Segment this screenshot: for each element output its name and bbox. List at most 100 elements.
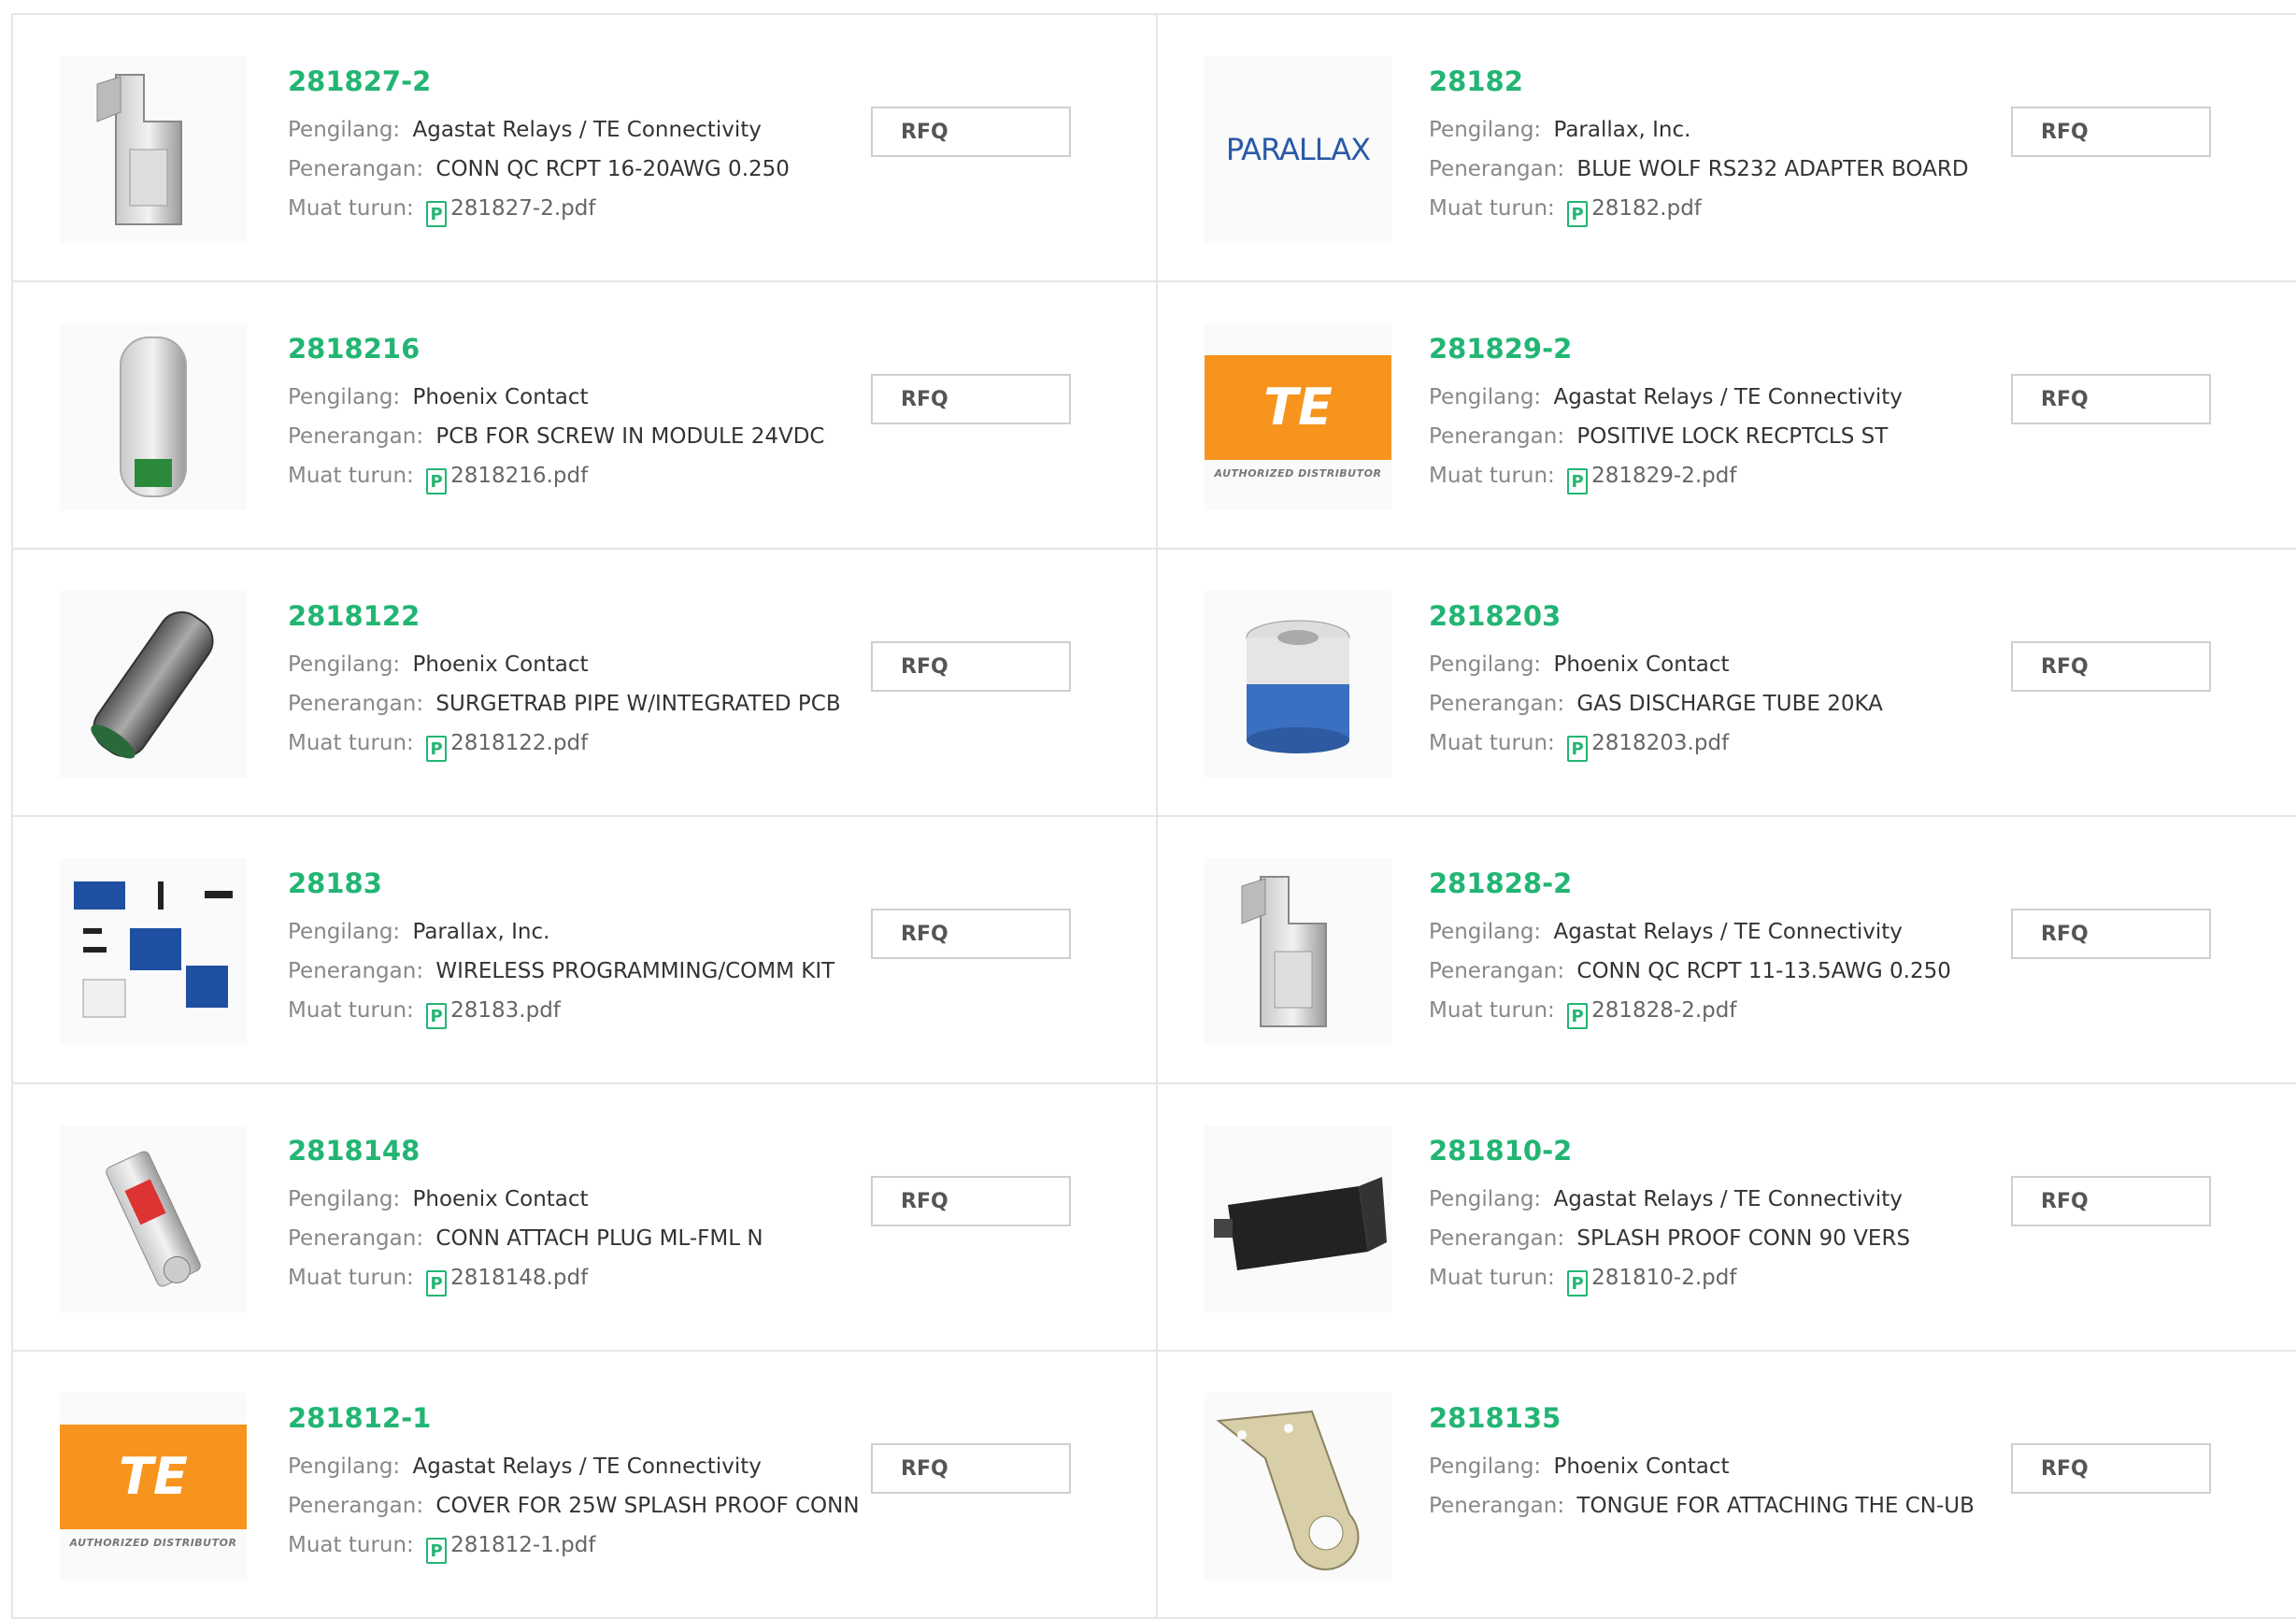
part-number-link[interactable]: 28183 bbox=[288, 867, 834, 899]
datasheet-link[interactable]: 28183.pdf bbox=[450, 998, 561, 1023]
rfq-button[interactable]: RFQ bbox=[2011, 641, 2211, 692]
description-row: Penerangan: CONN QC RCPT 16-20AWG 0.250 bbox=[288, 150, 790, 189]
datasheet-link[interactable]: 2818216.pdf bbox=[450, 464, 588, 488]
rfq-button[interactable]: RFQ bbox=[2011, 909, 2211, 959]
datasheet-link[interactable]: 281828-2.pdf bbox=[1591, 998, 1736, 1023]
download-row: Muat turun: P 2818216.pdf bbox=[288, 456, 824, 495]
datasheet-link[interactable]: 2818148.pdf bbox=[450, 1266, 588, 1290]
product-image[interactable] bbox=[60, 591, 247, 778]
pdf-icon[interactable]: P bbox=[426, 1538, 448, 1564]
part-number-link[interactable]: 281812-1 bbox=[288, 1402, 860, 1434]
pdf-icon[interactable]: P bbox=[1567, 1270, 1589, 1297]
product-info: 2818203 Pengilang: Phoenix Contact Pener… bbox=[1429, 600, 1883, 763]
rfq-button[interactable]: RFQ bbox=[871, 641, 1071, 692]
rfq-button[interactable]: RFQ bbox=[2011, 1443, 2211, 1494]
download-row: Muat turun: P 2818122.pdf bbox=[288, 724, 841, 763]
pdf-icon[interactable]: P bbox=[426, 201, 448, 227]
datasheet-link[interactable]: 2818203.pdf bbox=[1591, 731, 1729, 755]
te-logo-text: TE bbox=[60, 1424, 247, 1529]
datasheet-link[interactable]: 281810-2.pdf bbox=[1591, 1266, 1736, 1290]
description-row: Penerangan: CONN ATTACH PLUG ML-FML N bbox=[288, 1219, 763, 1258]
product-card: 2818135 Pengilang: Phoenix Contact Pener… bbox=[1158, 1352, 2296, 1619]
part-number-link[interactable]: 2818135 bbox=[1429, 1402, 1975, 1434]
product-image[interactable] bbox=[1205, 1125, 1391, 1312]
pdf-icon[interactable]: P bbox=[426, 1003, 448, 1029]
description-row: Penerangan: TONGUE FOR ATTACHING THE CN-… bbox=[1429, 1486, 1975, 1526]
download-label: Muat turun: bbox=[1429, 731, 1555, 755]
download-label: Muat turun: bbox=[288, 731, 414, 755]
description-value: COVER FOR 25W SPLASH PROOF CONN bbox=[435, 1494, 860, 1518]
product-card: PARALLAX 28182 Pengilang: Parallax, Inc.… bbox=[1158, 15, 2296, 282]
manufacturer-label: Pengilang: bbox=[288, 1454, 401, 1479]
rfq-button[interactable]: RFQ bbox=[871, 909, 1071, 959]
rfq-button[interactable]: RFQ bbox=[871, 107, 1071, 157]
manufacturer-row: Pengilang: Phoenix Contact bbox=[1429, 1447, 1975, 1486]
manufacturer-label: Pengilang: bbox=[1429, 385, 1542, 409]
te-logo: TE AUTHORIZED DISTRIBUTOR bbox=[60, 1424, 247, 1549]
pdf-icon[interactable]: P bbox=[1567, 1003, 1589, 1029]
product-image[interactable]: TE AUTHORIZED DISTRIBUTOR bbox=[1205, 323, 1391, 510]
download-label: Muat turun: bbox=[288, 1266, 414, 1290]
rfq-button[interactable]: RFQ bbox=[2011, 374, 2211, 424]
part-number-link[interactable]: 2818203 bbox=[1429, 600, 1883, 632]
te-logo-text: TE bbox=[1205, 354, 1391, 460]
manufacturer-label: Pengilang: bbox=[288, 920, 401, 944]
part-number-link[interactable]: 2818148 bbox=[288, 1135, 763, 1167]
part-number-link[interactable]: 2818216 bbox=[288, 333, 824, 365]
part-number-link[interactable]: 281829-2 bbox=[1429, 333, 1903, 365]
description-value: CONN QC RCPT 11-13.5AWG 0.250 bbox=[1576, 959, 1951, 983]
product-image[interactable]: PARALLAX bbox=[1205, 56, 1391, 243]
pdf-icon[interactable]: P bbox=[426, 1270, 448, 1297]
manufacturer-value: Agastat Relays / TE Connectivity bbox=[412, 118, 762, 142]
manufacturer-row: Pengilang: Agastat Relays / TE Connectiv… bbox=[288, 1447, 860, 1486]
product-image[interactable]: TE AUTHORIZED DISTRIBUTOR bbox=[60, 1393, 247, 1580]
pdf-icon[interactable]: P bbox=[1567, 468, 1589, 494]
datasheet-link[interactable]: 281829-2.pdf bbox=[1591, 464, 1736, 488]
part-number-link[interactable]: 28182 bbox=[1429, 65, 1969, 97]
part-number-link[interactable]: 281827-2 bbox=[288, 65, 790, 97]
description-value: SPLASH PROOF CONN 90 VERS bbox=[1576, 1226, 1911, 1251]
download-row: Muat turun: P 281828-2.pdf bbox=[1429, 991, 1951, 1030]
rfq-button[interactable]: RFQ bbox=[871, 374, 1071, 424]
part-number-link[interactable]: 281810-2 bbox=[1429, 1135, 1910, 1167]
product-image[interactable] bbox=[60, 1125, 247, 1312]
manufacturer-label: Pengilang: bbox=[1429, 1187, 1542, 1211]
description-label: Penerangan: bbox=[1429, 424, 1565, 449]
product-image[interactable] bbox=[60, 323, 247, 510]
product-image[interactable] bbox=[1205, 591, 1391, 778]
product-image[interactable] bbox=[60, 858, 247, 1045]
manufacturer-label: Pengilang: bbox=[288, 385, 401, 409]
rfq-button[interactable]: RFQ bbox=[871, 1443, 1071, 1494]
download-label: Muat turun: bbox=[288, 464, 414, 488]
rfq-button[interactable]: RFQ bbox=[2011, 107, 2211, 157]
download-row: Muat turun: P 281812-1.pdf bbox=[288, 1526, 860, 1565]
product-image[interactable] bbox=[1205, 858, 1391, 1045]
description-row: Penerangan: POSITIVE LOCK RECPTCLS ST bbox=[1429, 417, 1903, 456]
product-info: 281828-2 Pengilang: Agastat Relays / TE … bbox=[1429, 867, 1951, 1030]
description-row: Penerangan: COVER FOR 25W SPLASH PROOF C… bbox=[288, 1486, 860, 1526]
datasheet-link[interactable]: 281812-1.pdf bbox=[450, 1533, 595, 1557]
pdf-icon[interactable]: P bbox=[1567, 736, 1589, 762]
part-number-link[interactable]: 2818122 bbox=[288, 600, 841, 632]
product-info: 28183 Pengilang: Parallax, Inc. Penerang… bbox=[288, 867, 834, 1030]
description-value: GAS DISCHARGE TUBE 20KA bbox=[1576, 692, 1883, 716]
product-info: 28182 Pengilang: Parallax, Inc. Penerang… bbox=[1429, 65, 1969, 228]
part-number-link[interactable]: 281828-2 bbox=[1429, 867, 1951, 899]
description-label: Penerangan: bbox=[288, 1494, 424, 1518]
description-label: Penerangan: bbox=[288, 1226, 424, 1251]
product-info: 281827-2 Pengilang: Agastat Relays / TE … bbox=[288, 65, 790, 228]
pdf-icon[interactable]: P bbox=[426, 736, 448, 762]
manufacturer-value: Agastat Relays / TE Connectivity bbox=[1553, 920, 1903, 944]
product-image[interactable] bbox=[1205, 1393, 1391, 1580]
download-label: Muat turun: bbox=[1429, 196, 1555, 221]
manufacturer-row: Pengilang: Agastat Relays / TE Connectiv… bbox=[1429, 378, 1903, 417]
datasheet-link[interactable]: 28182.pdf bbox=[1591, 196, 1702, 221]
pdf-icon[interactable]: P bbox=[426, 468, 448, 494]
product-image[interactable] bbox=[60, 56, 247, 243]
manufacturer-row: Pengilang: Parallax, Inc. bbox=[1429, 110, 1969, 150]
datasheet-link[interactable]: 281827-2.pdf bbox=[450, 196, 595, 221]
datasheet-link[interactable]: 2818122.pdf bbox=[450, 731, 588, 755]
pdf-icon[interactable]: P bbox=[1567, 201, 1589, 227]
rfq-button[interactable]: RFQ bbox=[871, 1176, 1071, 1226]
rfq-button[interactable]: RFQ bbox=[2011, 1176, 2211, 1226]
